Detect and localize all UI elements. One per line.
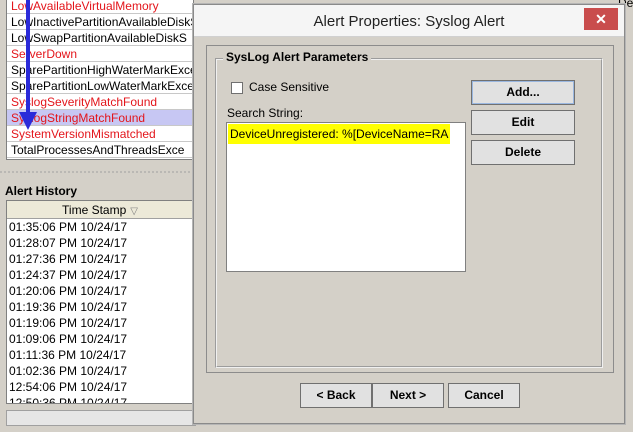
content-panel: SysLog Alert Parameters Case Sensitive S… [206, 45, 614, 373]
alert-history-row[interactable]: 01:09:06 PM 10/24/17 [7, 331, 193, 347]
search-string-list[interactable]: DeviceUnregistered: %[DeviceName=RA [226, 122, 466, 272]
alert-history-rows: 01:35:06 PM 10/24/17 01:28:07 PM 10/24/17… [7, 219, 193, 403]
alert-history-row[interactable]: 12:50:36 PM 10/24/17 [7, 395, 193, 403]
alert-history-row[interactable]: 01:35:06 PM 10/24/17 [7, 219, 193, 235]
add-button[interactable]: Add... [471, 80, 575, 105]
search-string-label: Search String: [227, 106, 304, 120]
case-sensitive-checkbox[interactable] [231, 82, 243, 94]
close-icon: ✕ [595, 11, 607, 27]
alert-history-row[interactable]: 01:20:06 PM 10/24/17 [7, 283, 193, 299]
delete-button[interactable]: Delete [471, 140, 575, 165]
alert-history-row[interactable]: 01:11:36 PM 10/24/17 [7, 347, 193, 363]
dialog-title: Alert Properties: Syslog Alert [313, 13, 505, 30]
edit-button[interactable]: Edit [471, 110, 575, 135]
next-button[interactable]: Next > [372, 383, 444, 408]
horizontal-scrollbar[interactable] [6, 410, 196, 426]
alert-history-table[interactable]: Time Stamp ▽ 01:35:06 PM 10/24/17 01:28:07… [6, 200, 194, 404]
dialog-title-bar[interactable]: Alert Properties: Syslog Alert ✕ [194, 5, 624, 37]
group-title: SysLog Alert Parameters [223, 50, 372, 64]
annotation-arrow [19, 0, 37, 130]
cancel-button[interactable]: Cancel [448, 383, 520, 408]
alert-history-row[interactable]: 01:19:36 PM 10/24/17 [7, 299, 193, 315]
back-button[interactable]: < Back [300, 383, 372, 408]
alert-properties-dialog: Alert Properties: Syslog Alert ✕ SysLog … [193, 4, 625, 424]
time-stamp-header-label: Time Stamp [62, 203, 127, 217]
search-string-entry[interactable]: DeviceUnregistered: %[DeviceName=RA [228, 124, 451, 144]
alert-history-row[interactable]: 01:27:36 PM 10/24/17 [7, 251, 193, 267]
alert-history-row[interactable]: 01:28:07 PM 10/24/17 [7, 235, 193, 251]
sort-descending-icon: ▽ [130, 206, 138, 217]
syslog-alert-parameters-group: SysLog Alert Parameters Case Sensitive S… [215, 50, 603, 368]
alert-history-row[interactable]: 12:54:06 PM 10/24/17 [7, 379, 193, 395]
alert-list-item[interactable]: TotalProcessesAndThreadsExce [7, 142, 193, 158]
alert-history-row[interactable]: 01:19:06 PM 10/24/17 [7, 315, 193, 331]
splitter-grip[interactable] [0, 168, 195, 176]
alert-history-row[interactable]: 01:24:37 PM 10/24/17 [7, 267, 193, 283]
time-stamp-column-header[interactable]: Time Stamp ▽ [7, 201, 193, 219]
alert-history-row[interactable]: 01:02:36 PM 10/24/17 [7, 363, 193, 379]
case-sensitive-label[interactable]: Case Sensitive [249, 80, 329, 94]
close-button[interactable]: ✕ [584, 8, 618, 30]
alert-history-title: Alert History [5, 184, 78, 198]
